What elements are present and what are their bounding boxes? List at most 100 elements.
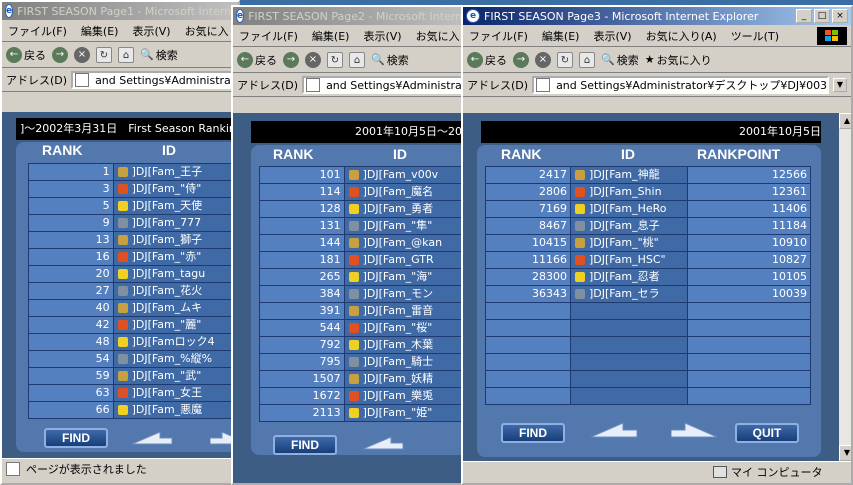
minimize-button[interactable]: _ [796,9,812,23]
stop-icon[interactable]: × [535,51,551,68]
rank-cell: 384 [260,286,344,302]
quit-button[interactable]: QUIT [735,423,799,443]
address-input[interactable]: and Settings¥Administrator¥デスクトップ¥DJ¥003… [532,75,829,94]
search-button[interactable]: 🔍 検索 [371,52,409,68]
window-titlebar[interactable]: e FIRST SEASON Page1 - Microsoft Interne… [2,2,238,20]
rank-cell: 795 [260,354,344,370]
rank-cell: 10415 [486,235,570,251]
stop-icon[interactable]: × [305,51,321,68]
menu-edit[interactable]: 編集(E) [81,23,119,39]
stop-icon[interactable]: × [74,46,90,63]
rank-cell: 1 [29,164,113,180]
home-icon[interactable]: ⌂ [118,46,134,63]
rank-cell: 48 [29,334,113,350]
table-row: 181]DJ[Fam_GTR [260,252,469,268]
table-row: 13]DJ[Fam_獅子 [29,232,237,248]
rank-cell: 42 [29,317,113,333]
find-button[interactable]: FIND [44,428,108,448]
menu-edit[interactable]: 編集(E) [312,28,350,44]
rank-badge-icon [348,374,359,384]
menu-view[interactable]: 表示(V) [363,28,401,44]
id-cell: ]DJ[Fam_悪魔 [113,402,237,418]
rank-badge-icon [348,408,359,418]
address-dropdown-icon[interactable]: ▼ [833,77,847,92]
rank-cell: 1672 [260,388,344,404]
find-button[interactable]: FIND [273,435,337,455]
address-input[interactable]: and Settings¥Administrator¥デスクトップ¥DJ¥001… [71,70,234,89]
rank-badge-icon [117,201,128,211]
menu-favorites[interactable]: お気に入り(A) [646,28,717,44]
search-button[interactable]: 🔍 検索 [601,52,639,68]
page-icon [536,77,551,92]
rank-badge-icon [575,170,585,180]
table-row: 8467]DJ[Fam_息子 11184 [486,218,810,234]
scroll-down-icon[interactable]: ▼ [839,445,851,461]
home-icon[interactable]: ⌂ [579,51,595,68]
toolbar: ← 戻る → × ↻ ⌂ 🔍 検索 [233,47,469,73]
table-row: 7169]DJ[Fam_HeRo 11406 [486,201,810,217]
rank-cell: 2113 [260,405,344,421]
find-button[interactable]: FIND [501,423,565,443]
window-titlebar[interactable]: e FIRST SEASON Page3 - Microsoft Interne… [463,7,851,25]
rank-badge-icon [117,252,128,262]
menu-favorites[interactable]: お気に入り(A) [185,23,238,39]
rank-cell: 2417 [486,167,570,183]
table-row: 265]DJ[Fam_"海" [260,269,469,285]
maximize-button[interactable]: □ [814,9,830,23]
refresh-icon[interactable]: ↻ [96,46,112,63]
table-row: 2417]DJ[Fam_神龍 12566 [486,167,810,183]
address-input[interactable]: and Settings¥Administrator¥デスクトップ¥DJ¥002… [302,75,465,94]
id-cell: ]DJ[Fam_Shin [571,184,687,200]
forward-arrow-icon[interactable]: → [513,51,529,68]
rank-cell: 54 [29,351,113,367]
forward-arrow-icon[interactable]: → [52,46,68,63]
prev-arrow-icon[interactable] [589,419,639,441]
ie-window-page1: e FIRST SEASON Page1 - Microsoft Interne… [0,0,240,485]
rank-badge-icon [348,255,359,265]
next-arrow-icon[interactable] [671,419,721,441]
refresh-icon[interactable]: ↻ [557,51,573,68]
table-row: 10415]DJ[Fam_"桃" 10910 [486,235,810,251]
prev-arrow-icon[interactable] [130,428,174,448]
rank-cell: 131 [260,218,344,234]
home-icon[interactable]: ⌂ [349,51,365,68]
scroll-up-icon[interactable]: ▲ [839,113,851,129]
id-cell: ]DJ[Fam_天使 [113,198,237,214]
table-row: 384]DJ[Fam_モン [260,286,469,302]
table-row [486,388,810,404]
prev-arrow-icon[interactable] [361,433,405,453]
menu-file[interactable]: ファイル(F) [239,28,298,44]
refresh-icon[interactable]: ↻ [327,51,343,68]
table-row: 59]DJ[Fam_"武" [29,368,237,384]
menu-bar: ファイル(F) 編集(E) 表示(V) お気に入り(A) ツール(T) [463,25,851,47]
back-button[interactable]: ← 戻る [6,46,46,63]
back-arrow-icon: ← [237,51,253,68]
search-button[interactable]: 🔍 検索 [140,47,178,63]
rank-cell: 11166 [486,252,570,268]
menu-view[interactable]: 表示(V) [132,23,170,39]
menu-edit[interactable]: 編集(E) [542,28,580,44]
search-icon: 🔍 [140,48,154,61]
id-cell [571,337,687,353]
menu-file[interactable]: ファイル(F) [8,23,67,39]
id-cell: ]DJ[Fam_"麗" [113,317,237,333]
back-button[interactable]: ← 戻る [467,51,507,68]
table-row: 20]DJ[Fam_tagu [29,266,237,282]
table-row: 1672]DJ[Fam_樂兎 [260,388,469,404]
rankpoint-cell [688,337,810,353]
table-row: 391]DJ[Fam_雷音 [260,303,469,319]
vertical-scrollbar[interactable]: ▲ ▼ [839,113,851,461]
forward-arrow-icon[interactable]: → [283,51,299,68]
close-button[interactable]: × [832,9,848,23]
address-label: アドレス(D) [237,78,299,92]
favorites-button[interactable]: ★ お気に入り [645,52,712,68]
rankpoint-cell [688,354,810,370]
rank-badge-icon [348,340,359,350]
rank-badge-icon [117,405,128,415]
back-button[interactable]: ← 戻る [237,51,277,68]
menu-view[interactable]: 表示(V) [593,28,631,44]
menu-file[interactable]: ファイル(F) [469,28,528,44]
menu-tools[interactable]: ツール(T) [731,28,779,44]
window-titlebar[interactable]: e FIRST SEASON Page2 - Microsoft Interne… [233,7,469,25]
table-row: 795]DJ[Fam_騎士 [260,354,469,370]
